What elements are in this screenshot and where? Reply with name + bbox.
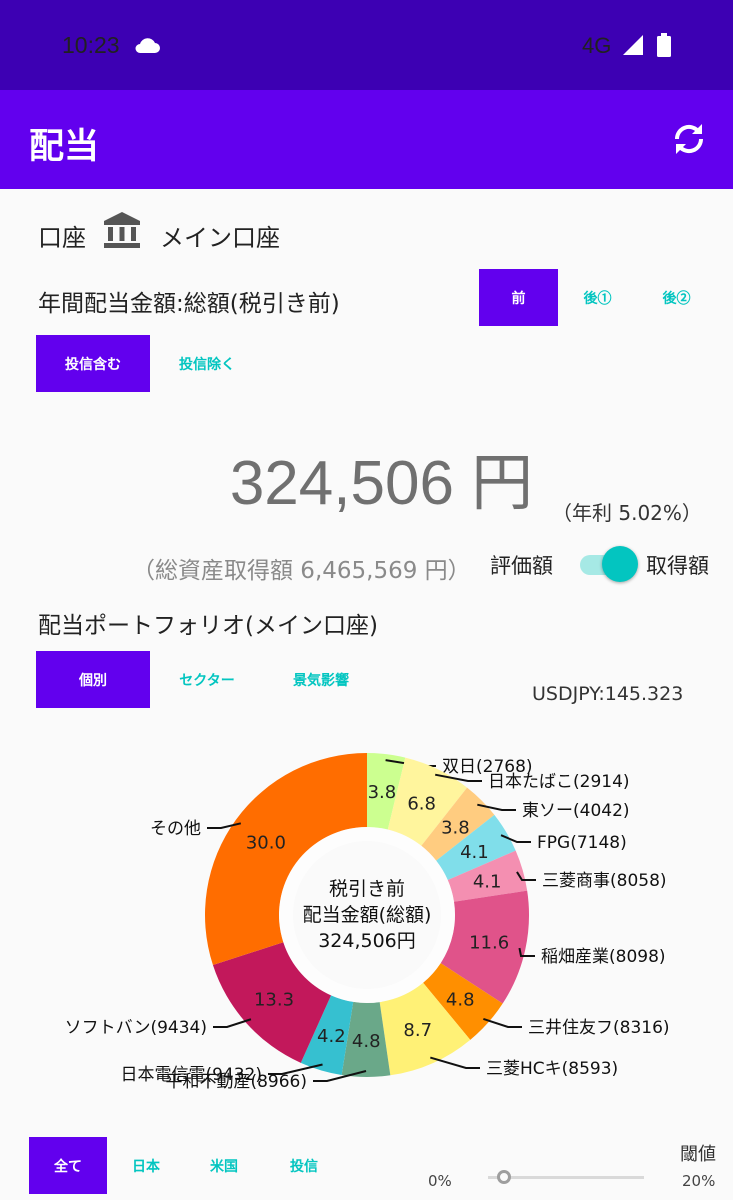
tab-after-tax-1[interactable]: 後① bbox=[558, 269, 637, 326]
slice-value-label: 4.1 bbox=[473, 872, 502, 893]
slice-name-label: 三井住友フ(8316) bbox=[528, 1018, 670, 1038]
slice-leader-line bbox=[483, 1017, 522, 1028]
page-title: 配当 bbox=[29, 127, 100, 167]
status-network: 4G bbox=[582, 33, 612, 58]
slice-name-label: 三菱HCキ(8593) bbox=[486, 1059, 618, 1079]
slice-name-label: 東ソー(4042) bbox=[522, 801, 630, 821]
slice-value-label: 8.7 bbox=[403, 1020, 432, 1041]
slider-max-label: 20% bbox=[682, 1172, 716, 1190]
slice-name-label: 稲畑産業(8098) bbox=[541, 947, 666, 967]
portfolio-title: 配当ポートフォリオ(メイン口座) bbox=[38, 613, 378, 639]
account-label: 口座 bbox=[38, 224, 86, 252]
valuation-basis-toggle[interactable] bbox=[578, 546, 638, 582]
battery-icon bbox=[657, 33, 671, 57]
tab-filter-funds[interactable]: 投信 bbox=[263, 1137, 345, 1194]
total-acquisition-amount: （総資産取得額 6,465,569 円） bbox=[132, 558, 471, 584]
threshold-label: 閾値 bbox=[680, 1144, 716, 1165]
dividend-donut-chart[interactable]: 3.8双日(2768)6.8日本たばこ(2914)3.8東ソー(4042)4.1… bbox=[0, 740, 733, 1120]
tab-sector[interactable]: セクター bbox=[150, 651, 264, 708]
annual-yield: （年利 5.02%） bbox=[552, 501, 702, 525]
toggle-knob bbox=[602, 546, 638, 582]
slider-min-label: 0% bbox=[428, 1172, 452, 1190]
slice-value-label: 6.8 bbox=[407, 794, 436, 815]
slice-value-label: 3.8 bbox=[368, 782, 397, 803]
toggle-label-valuation: 評価額 bbox=[490, 554, 553, 578]
slice-value-label: 4.8 bbox=[446, 989, 475, 1010]
slice-leader-line bbox=[430, 1056, 480, 1069]
tab-include-funds[interactable]: 投信含む bbox=[36, 335, 150, 392]
slice-name-label: 日本たばこ(2914) bbox=[488, 772, 630, 792]
slice-name-label: 三菱商事(8058) bbox=[542, 871, 667, 891]
slice-name-label: FPG(7148) bbox=[537, 833, 627, 853]
tab-filter-all[interactable]: 全て bbox=[29, 1137, 107, 1194]
slice-value-label: 11.6 bbox=[469, 933, 509, 954]
app-bar bbox=[0, 90, 733, 189]
bank-icon bbox=[104, 212, 140, 248]
threshold-slider[interactable] bbox=[488, 1165, 644, 1189]
tab-economic-impact[interactable]: 景気影響 bbox=[264, 651, 378, 708]
tab-individual[interactable]: 個別 bbox=[36, 651, 150, 708]
slice-value-label: 4.8 bbox=[352, 1031, 381, 1052]
tab-filter-japan[interactable]: 日本 bbox=[107, 1137, 185, 1194]
slice-value-label: 4.2 bbox=[317, 1026, 346, 1047]
slice-value-label: 3.8 bbox=[441, 818, 470, 839]
donut-center-text: 配当金額(総額) bbox=[303, 904, 432, 926]
slice-leader-line bbox=[213, 1018, 252, 1028]
slice-value-label: 4.1 bbox=[460, 842, 489, 863]
annual-dividend-title: 年間配当金額:総額(税引き前) bbox=[38, 291, 340, 317]
donut-center-text: 税引き前 bbox=[329, 878, 405, 900]
tab-after-tax-2[interactable]: 後② bbox=[637, 269, 716, 326]
status-time: 10:23 bbox=[62, 32, 120, 58]
slice-name-label: ソフトバン(9434) bbox=[65, 1018, 207, 1038]
toggle-label-acquisition: 取得額 bbox=[646, 554, 709, 578]
slider-track bbox=[488, 1176, 644, 1179]
refresh-button[interactable] bbox=[664, 114, 714, 164]
tab-filter-us[interactable]: 米国 bbox=[185, 1137, 263, 1194]
slice-name-label: その他 bbox=[150, 819, 201, 839]
tab-exclude-funds[interactable]: 投信除く bbox=[150, 335, 264, 392]
cloud-icon bbox=[135, 38, 160, 53]
usdjpy-rate: USDJPY:145.323 bbox=[532, 683, 684, 705]
slice-value-label: 30.0 bbox=[246, 833, 286, 854]
slice-name-label: 日本電信電(9432) bbox=[120, 1065, 262, 1085]
account-name[interactable]: メイン口座 bbox=[160, 218, 280, 253]
slider-thumb[interactable] bbox=[496, 1170, 511, 1184]
slice-value-label: 13.3 bbox=[254, 990, 294, 1011]
tab-before-tax[interactable]: 前 bbox=[479, 269, 558, 326]
donut-center-text: 324,506円 bbox=[318, 930, 416, 952]
signal-icon bbox=[623, 35, 643, 55]
refresh-icon bbox=[674, 124, 704, 154]
